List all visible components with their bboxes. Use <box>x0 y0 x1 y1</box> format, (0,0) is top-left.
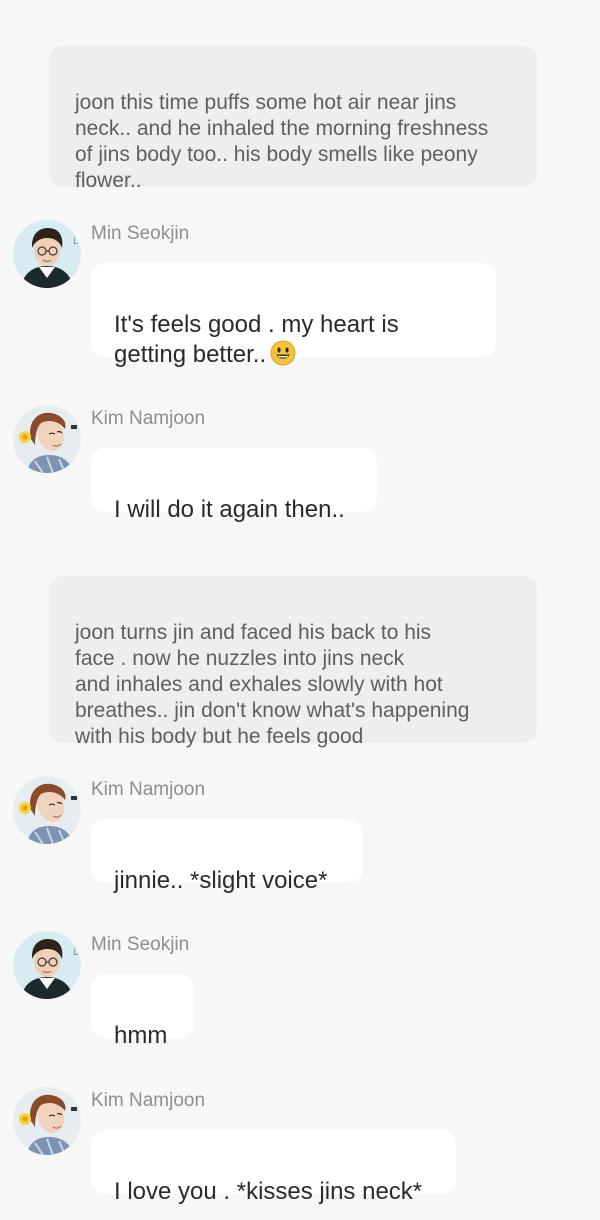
namjoon-avatar[interactable] <box>13 1087 81 1155</box>
svg-text:L: L <box>73 237 78 247</box>
narration-bubble: joon turns jin and faced his back to his… <box>49 576 537 748</box>
message-bubble: It's feels good . my heart is getting be… <box>91 263 496 368</box>
message-text: I love you . *kisses jins neck* <box>114 1178 423 1205</box>
message-text: jinnie.. *slight voice* <box>114 867 328 894</box>
message-bubble: hmm <box>91 974 194 1049</box>
narration-text: joon turns jin and faced his back to his… <box>75 621 470 748</box>
message-text: hmm <box>114 1022 168 1049</box>
message-bubble: jinnie.. *slight voice* <box>91 819 363 894</box>
sender-name: Min Seokjin <box>91 934 190 955</box>
message-text: I will do it again then.. <box>114 496 345 523</box>
sender-name: Kim Namjoon <box>91 779 206 800</box>
message-text: It's feels good . my heart is getting be… <box>114 311 399 368</box>
namjoon-avatar[interactable] <box>13 776 81 844</box>
seokjin-avatar[interactable]: L <box>13 931 81 999</box>
namjoon-avatar[interactable] <box>13 405 81 473</box>
narration-text: joon this time puffs some hot air near j… <box>75 91 489 192</box>
sender-name: Kim Namjoon <box>91 408 206 429</box>
seokjin-avatar[interactable]: L <box>13 220 81 288</box>
narration-bubble: joon this time puffs some hot air near j… <box>49 46 537 192</box>
smiling-face-emoji-icon <box>270 340 296 366</box>
sender-name: Min Seokjin <box>91 223 190 244</box>
svg-text:L: L <box>73 948 78 958</box>
sender-name: Kim Namjoon <box>91 1090 206 1111</box>
message-bubble: I will do it again then.. <box>91 448 377 523</box>
message-bubble: I love you . *kisses jins neck* <box>91 1130 456 1205</box>
